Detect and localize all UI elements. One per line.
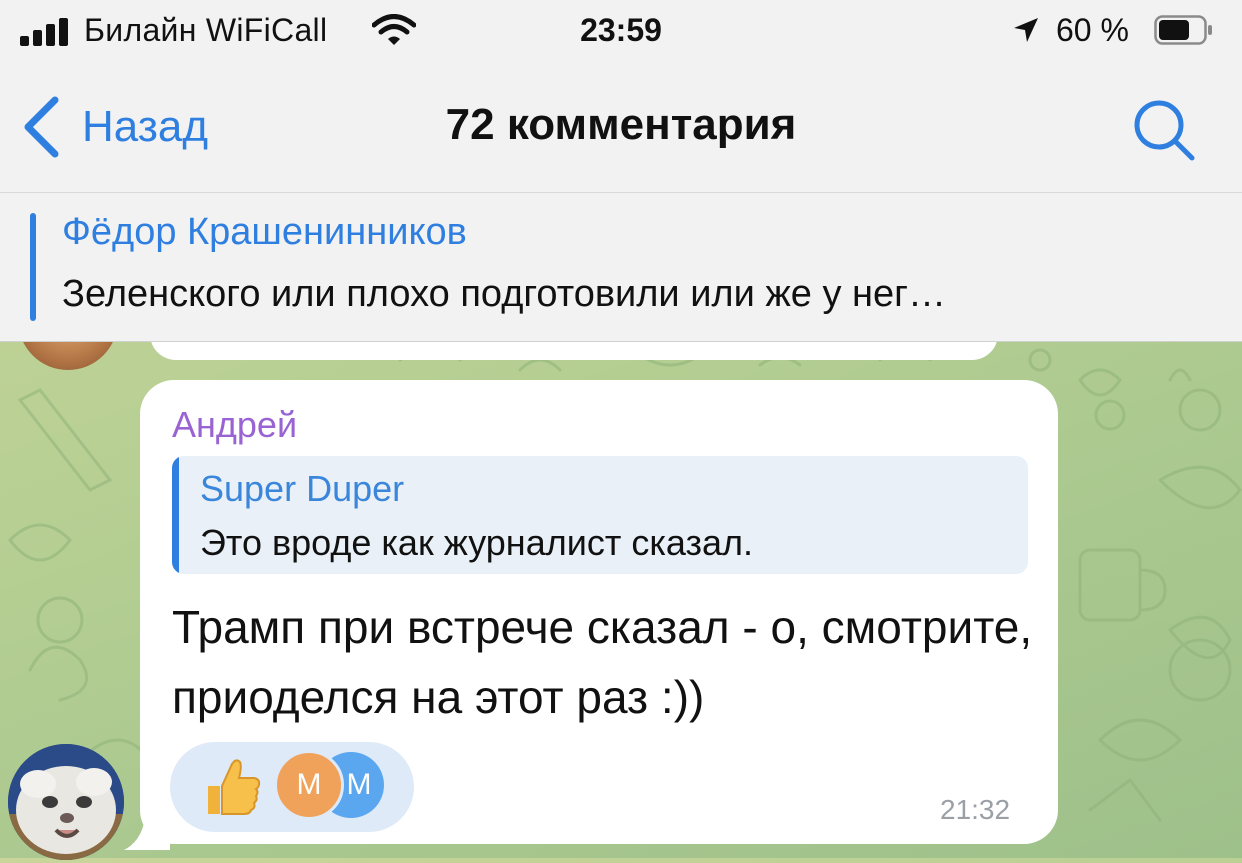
clock: 23:59	[580, 12, 662, 48]
reply-accent-bar	[172, 456, 179, 574]
pinned-original-post[interactable]: Фёдор Крашенинников Зеленского или плохо…	[0, 192, 1242, 342]
signal-icon	[20, 16, 72, 46]
status-bar: Билайн WiFiCall 23:59 60 %	[0, 0, 1242, 64]
battery-icon	[1154, 15, 1212, 45]
navigation-bar: Назад 72 комментария	[0, 64, 1242, 192]
pinned-author: Фёдор Крашенинников	[62, 211, 467, 253]
battery-percent: 60 %	[1056, 12, 1129, 48]
search-icon[interactable]	[1130, 96, 1198, 164]
sender-avatar[interactable]	[8, 744, 124, 860]
reply-quote[interactable]: Super Duper Это вроде как журналист сказ…	[172, 456, 1028, 574]
reply-author: Super Duper	[200, 468, 405, 509]
message-author[interactable]: Андрей	[172, 404, 297, 446]
pinned-preview-text: Зеленского или плохо подготовили или же …	[62, 273, 947, 315]
message-time: 21:32	[940, 794, 1011, 825]
location-arrow-icon	[1014, 18, 1038, 42]
page-title: 72 комментария	[445, 100, 797, 149]
thumbs-up-icon	[208, 759, 261, 815]
reply-text: Это вроде как журналист сказал.	[200, 522, 754, 563]
wifi-icon	[372, 14, 416, 45]
carrier-name: Билайн WiFiCall	[84, 12, 328, 48]
pinned-accent-bar	[30, 213, 36, 321]
reaction-user-avatar-1: М	[274, 750, 344, 820]
message-text: Трамп при встрече сказал - о, смотрите, …	[172, 601, 1033, 723]
